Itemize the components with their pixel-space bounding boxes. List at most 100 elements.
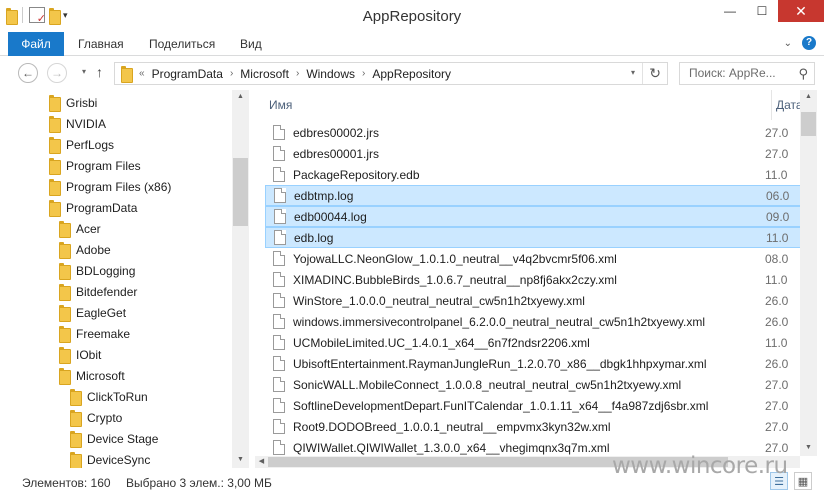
tree-item[interactable]: Crypto [70, 407, 122, 428]
file-row-selected[interactable]: edbtmp.log 06.0 [265, 185, 801, 206]
file-name: PackageRepository.edb [293, 167, 420, 182]
tree-item-label: DeviceSync [87, 452, 151, 467]
file-date: 09.0 [766, 209, 790, 224]
scroll-up-icon[interactable]: ▲ [800, 93, 817, 100]
divider [642, 63, 643, 84]
nav-scrollbar[interactable]: ▲ ▼ [232, 90, 249, 468]
minimize-button[interactable]: — [714, 0, 746, 22]
tree-item[interactable]: Microsoft [59, 365, 125, 386]
ribbon-controls: ⌄ ? [784, 36, 816, 50]
file-row[interactable]: windows.immersivecontrolpanel_6.2.0.0_ne… [265, 311, 801, 332]
file-row[interactable]: edbres00001.jrs 27.0 [265, 143, 801, 164]
file-icon [273, 251, 285, 266]
breadcrumb-item[interactable]: Microsoft [240, 67, 289, 81]
tree-item-label: Acer [76, 221, 101, 236]
watermark: www.wincore.ru [612, 453, 788, 479]
file-icon [273, 440, 285, 455]
file-row[interactable]: YojowaLLC.NeonGlow_1.0.1.0_neutral__v4q2… [265, 248, 801, 269]
expand-ribbon-icon[interactable]: ⌄ [784, 38, 792, 49]
file-name: XIMADINC.BubbleBirds_1.0.6.7_neutral__np… [293, 272, 617, 287]
tree-item[interactable]: ClickToRun [70, 386, 148, 407]
breadcrumb-item[interactable]: AppRepository [372, 67, 451, 81]
file-date: 27.0 [765, 419, 789, 434]
folder-icon [49, 179, 61, 196]
folder-icon [70, 452, 82, 468]
tree-item[interactable]: Program Files [49, 155, 141, 176]
tab-view[interactable]: Вид [240, 32, 262, 56]
column-header-date[interactable]: Дата [776, 98, 803, 112]
item-count: Элементов: 160 [22, 476, 111, 490]
tree-item-label: ClickToRun [87, 389, 148, 404]
tab-share[interactable]: Поделиться [149, 32, 215, 56]
folder-open-icon [59, 368, 71, 385]
tree-item[interactable]: EagleGet [59, 302, 126, 323]
file-row[interactable]: UbisoftEntertainment.RaymanJungleRun_1.2… [265, 353, 801, 374]
chevron-right-icon[interactable]: › [230, 68, 233, 79]
tree-item[interactable]: DeviceSync [70, 449, 150, 468]
address-bar[interactable]: « ProgramData › Microsoft › Windows › Ap… [114, 62, 668, 85]
file-name: SonicWALL.MobileConnect_1.0.0.8_neutral_… [293, 377, 682, 392]
large-icons-view-icon[interactable]: ▦ [794, 472, 812, 490]
file-row[interactable]: WinStore_1.0.0.0_neutral_neutral_cw5n1h2… [265, 290, 801, 311]
tree-item[interactable]: Program Files (x86) [49, 176, 171, 197]
file-row[interactable]: SoftlineDevelopmentDepart.FunITCalendar_… [265, 395, 801, 416]
file-row[interactable]: SonicWALL.MobileConnect_1.0.0.8_neutral_… [265, 374, 801, 395]
window-title: AppRepository [362, 8, 462, 25]
tree-item[interactable]: Device Stage [70, 428, 158, 449]
file-row-selected[interactable]: edb.log 11.0 [265, 227, 801, 248]
tab-file[interactable]: Файл [8, 32, 64, 56]
search-input[interactable]: Поиск: AppRe... ⚲ [679, 62, 815, 85]
breadcrumb-overflow[interactable]: « [139, 68, 145, 79]
breadcrumb-item[interactable]: Windows [306, 67, 355, 81]
file-row[interactable]: edbres00002.jrs 27.0 [265, 122, 801, 143]
file-date: 26.0 [765, 314, 789, 329]
file-row[interactable]: PackageRepository.edb 11.0 [265, 164, 801, 185]
tree-item[interactable]: ProgramData [49, 197, 137, 218]
tree-item[interactable]: BDLogging [59, 260, 135, 281]
tree-item[interactable]: Bitdefender [59, 281, 137, 302]
scrollbar-thumb[interactable] [233, 158, 248, 226]
search-icon[interactable]: ⚲ [798, 63, 808, 84]
tab-home[interactable]: Главная [78, 32, 124, 56]
file-icon [274, 209, 286, 224]
breadcrumb-item[interactable]: ProgramData [152, 67, 223, 81]
tree-item-label: Device Stage [87, 431, 159, 446]
refresh-icon[interactable]: ↻ [649, 65, 661, 82]
file-row[interactable]: XIMADINC.BubbleBirds_1.0.6.7_neutral__np… [265, 269, 801, 290]
maximize-button[interactable]: ☐ [746, 0, 778, 22]
column-divider[interactable] [771, 90, 772, 120]
scroll-up-icon[interactable]: ▲ [232, 93, 249, 100]
chevron-right-icon[interactable]: › [296, 68, 299, 79]
folder-icon [49, 95, 61, 112]
tree-item[interactable]: Adobe [59, 239, 111, 260]
column-header-name[interactable]: Имя [269, 98, 292, 112]
tree-item[interactable]: Grisbi [49, 92, 97, 113]
tree-item[interactable]: PerfLogs [49, 134, 114, 155]
tree-item[interactable]: Freemake [59, 323, 130, 344]
tree-item[interactable]: Acer [59, 218, 101, 239]
file-name: QIWIWallet.QIWIWallet_1.3.0.0_x64__vhegi… [293, 440, 610, 455]
tree-item-label: IObit [76, 347, 102, 362]
file-row[interactable]: UCMobileLimited.UC_1.4.0.1_x64__6n7f2nds… [265, 332, 801, 353]
scroll-down-icon[interactable]: ▼ [800, 444, 817, 451]
scrollbar-thumb[interactable] [801, 112, 816, 136]
address-dropdown-icon[interactable]: ▾ [631, 68, 635, 77]
scroll-down-icon[interactable]: ▼ [232, 456, 249, 463]
forward-button[interactable]: → [47, 63, 67, 83]
tree-item[interactable]: IObit [59, 344, 101, 365]
close-button[interactable]: ✕ [778, 0, 824, 22]
up-button[interactable]: ↑ [96, 64, 103, 80]
tree-item-label: Crypto [87, 410, 123, 425]
file-row-selected[interactable]: edb00044.log 09.0 [265, 206, 801, 227]
tree-item[interactable]: NVIDIA [49, 113, 106, 134]
chevron-right-icon[interactable]: › [362, 68, 365, 79]
ribbon-tabs: Файл Главная Поделиться Вид ⌄ ? [0, 32, 824, 56]
tree-item-label: NVIDIA [66, 116, 107, 131]
file-icon [274, 230, 286, 245]
file-row[interactable]: Root9.DODOBreed_1.0.0.1_neutral__empvmx3… [265, 416, 801, 437]
recent-locations-icon[interactable]: ▾ [82, 67, 86, 76]
file-date: 27.0 [765, 377, 789, 392]
file-list-scrollbar[interactable]: ▲ ▼ [800, 90, 817, 456]
back-button[interactable]: ← [18, 63, 38, 83]
help-icon[interactable]: ? [802, 36, 816, 50]
